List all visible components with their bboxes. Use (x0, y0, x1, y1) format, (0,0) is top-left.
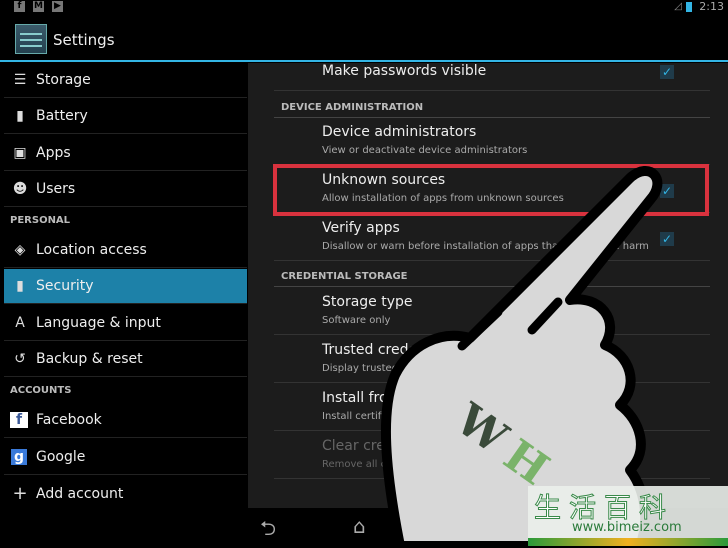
watermark: 生活百科 www.bimeiz.com (528, 486, 728, 546)
watermark-stripe (528, 538, 728, 546)
pointing-hand-illustration: W H (380, 166, 663, 546)
watermark-url: www.bimeiz.com (572, 520, 682, 535)
